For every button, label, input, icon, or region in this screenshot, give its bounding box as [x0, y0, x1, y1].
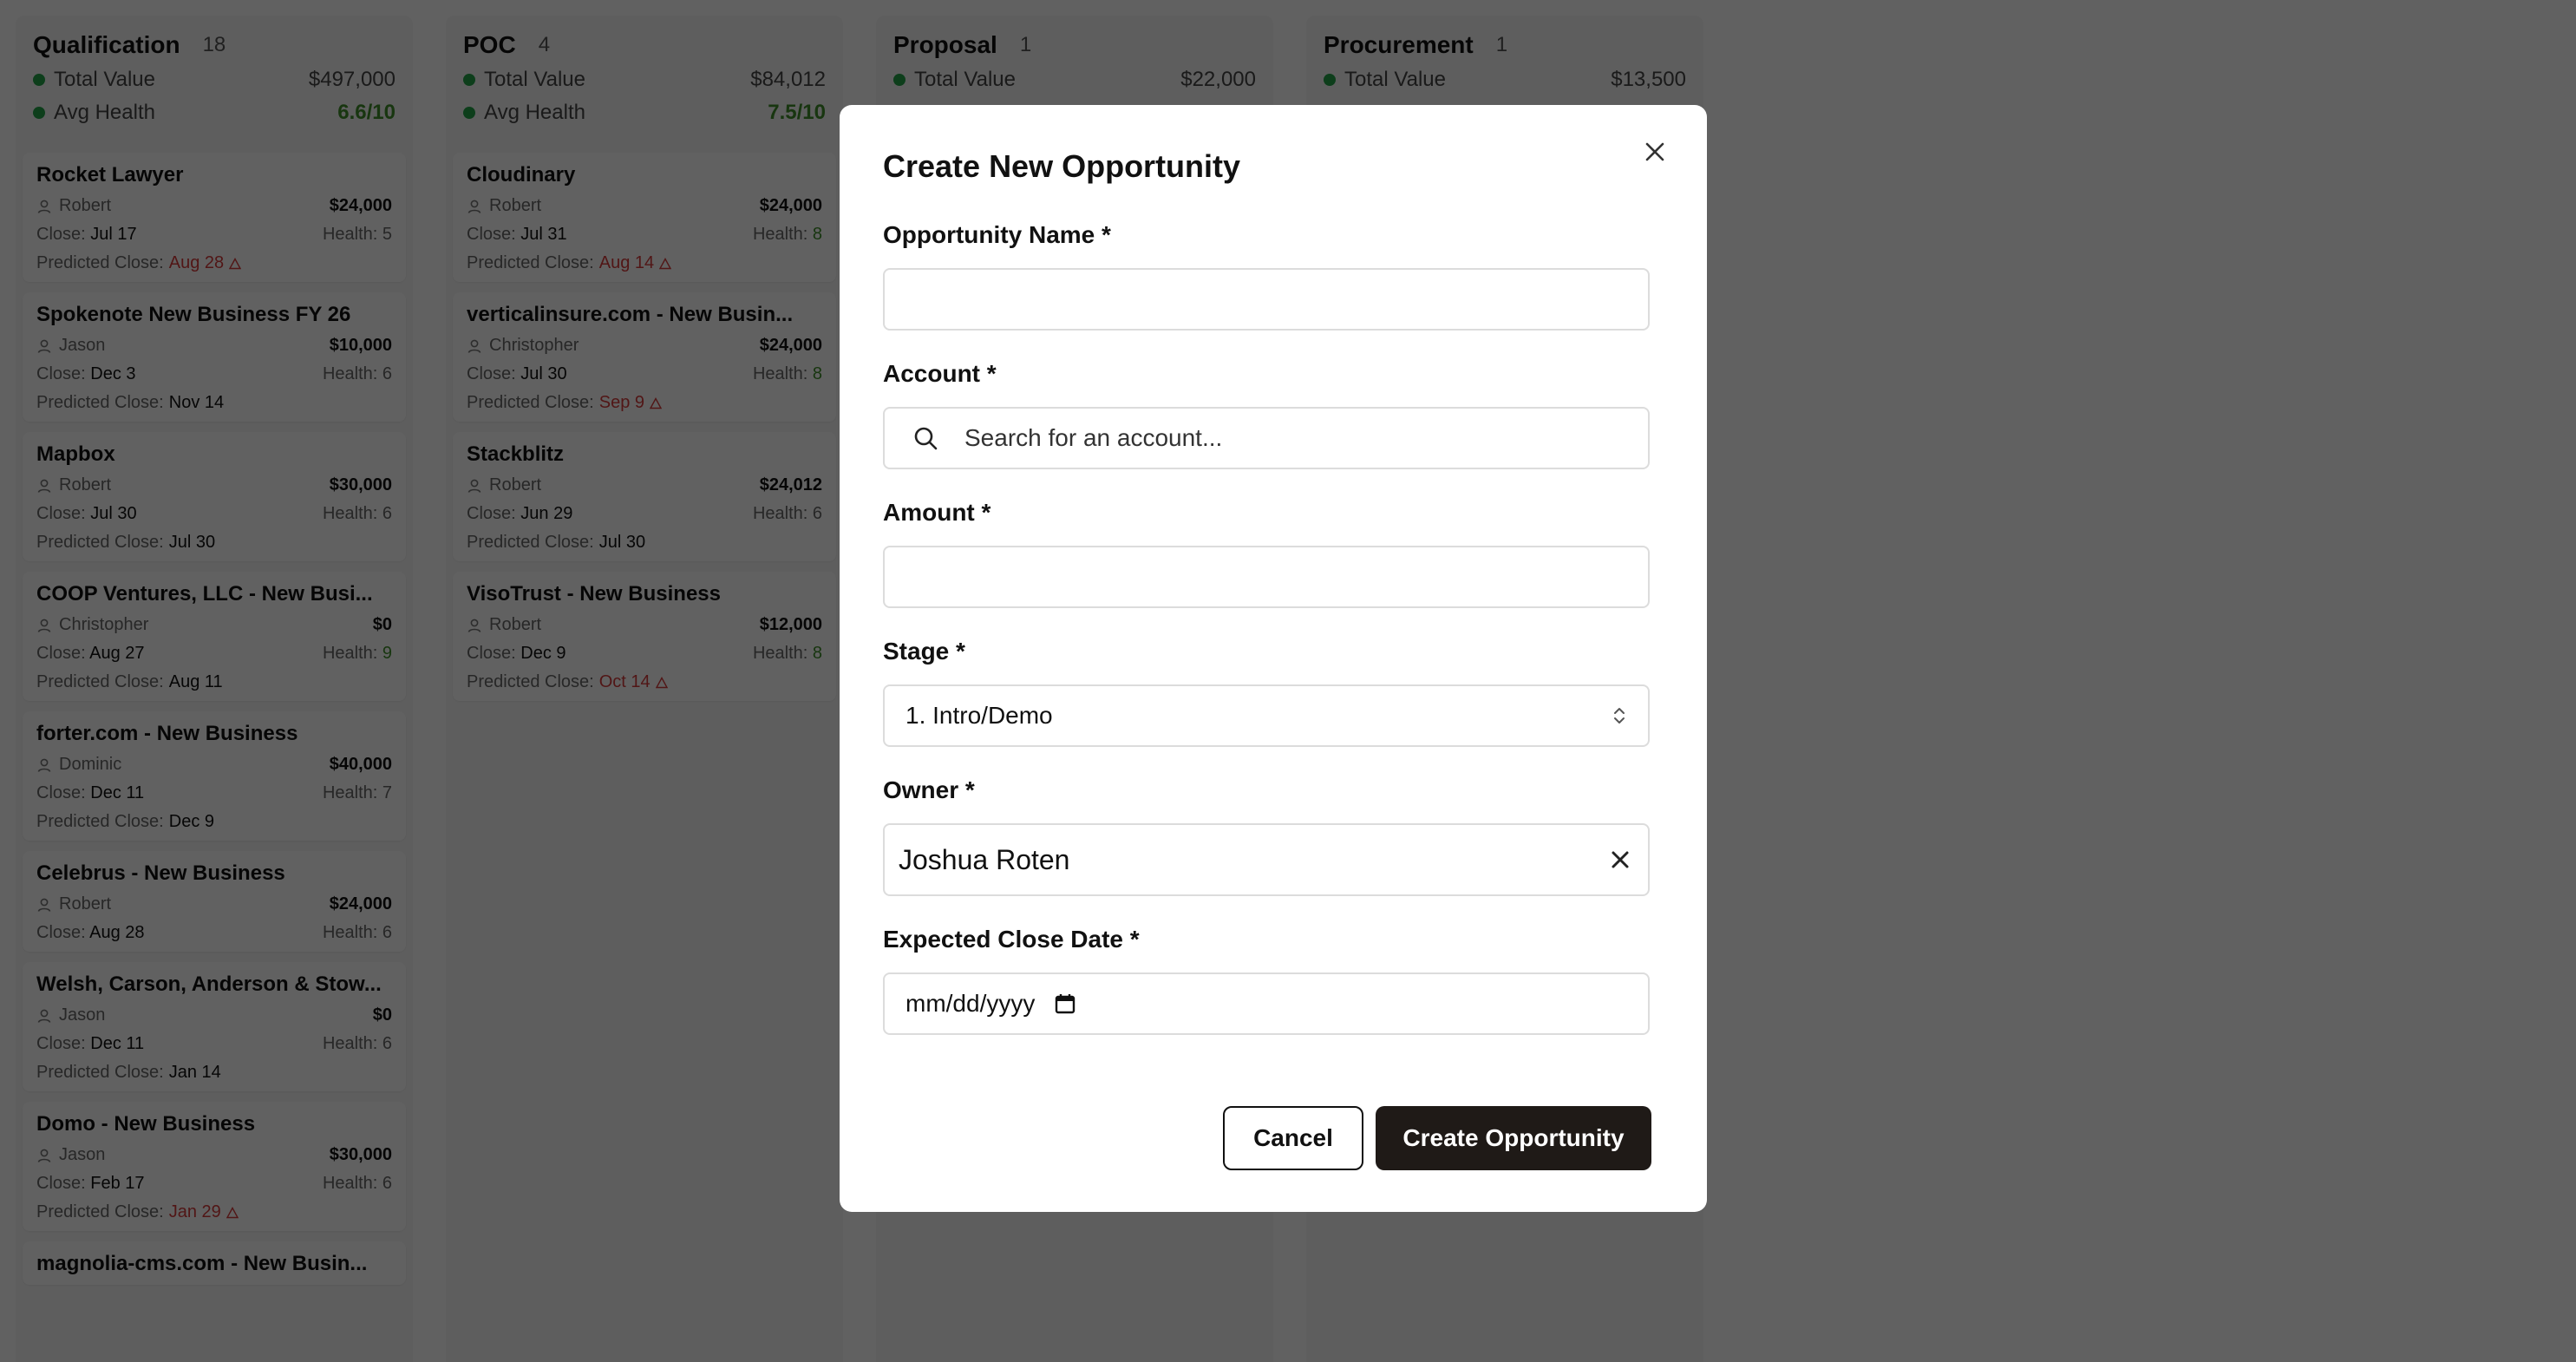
- dialog-actions: Cancel Create Opportunity: [1223, 1106, 1651, 1170]
- calendar-icon[interactable]: [1054, 992, 1076, 1015]
- clear-owner-icon[interactable]: [1610, 849, 1631, 870]
- expected-close-date-input[interactable]: mm/dd/yyyy: [883, 972, 1650, 1035]
- opportunity-name-label: Opportunity Name *: [883, 221, 1111, 248]
- account-search-input[interactable]: [964, 424, 1632, 452]
- amount-label: Amount *: [883, 499, 991, 526]
- account-search-field[interactable]: [883, 407, 1650, 469]
- owner-field[interactable]: Joshua Roten: [883, 823, 1650, 896]
- cancel-button[interactable]: Cancel: [1223, 1106, 1363, 1170]
- owner-selected-value: Joshua Roten: [899, 843, 1070, 875]
- chevron-up-down-icon: [1614, 708, 1625, 724]
- stage-selected-value: 1. Intro/Demo: [906, 702, 1053, 729]
- account-label: Account *: [883, 360, 997, 387]
- date-placeholder: mm/dd/yyyy: [906, 990, 1036, 1017]
- close-dialog-button[interactable]: [1634, 131, 1676, 173]
- create-opportunity-dialog: Create New Opportunity Opportunity Name …: [840, 105, 1707, 1212]
- opportunity-name-input[interactable]: [883, 268, 1650, 331]
- stage-select[interactable]: 1. Intro/Demo: [883, 684, 1650, 747]
- create-opportunity-button[interactable]: Create Opportunity: [1376, 1106, 1651, 1170]
- close-icon: [1645, 142, 1664, 161]
- amount-input[interactable]: [883, 546, 1650, 608]
- search-icon: [914, 427, 938, 450]
- dialog-title: Create New Opportunity: [883, 148, 1241, 184]
- owner-label: Owner *: [883, 776, 975, 803]
- stage-label: Stage *: [883, 638, 965, 665]
- expected-close-date-label: Expected Close Date *: [883, 926, 1140, 953]
